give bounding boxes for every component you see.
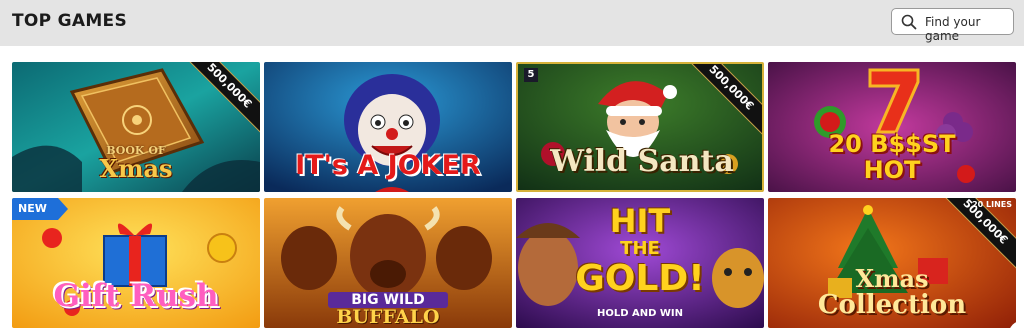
game-tile-big-wild-buffalo[interactable]: BIG WILD BUFFALO (264, 198, 512, 328)
top-games-header: TOP GAMES Find your game (0, 0, 1024, 46)
game-title-line1: 20 B$$ST (828, 130, 956, 158)
search-icon (901, 14, 917, 30)
game-title-line2: Collection (817, 290, 967, 320)
game-subtitle: HOLD AND WIN (596, 308, 684, 319)
game-title-line1: HIT (609, 202, 671, 240)
lines-label: 20 LINES (972, 200, 1012, 209)
new-badge: NEW (12, 198, 68, 220)
game-title-line2: HOT (863, 156, 921, 184)
game-title-line3: GOLD! (575, 258, 705, 299)
game-tile-its-a-joker[interactable]: IT's A JOKER (264, 62, 512, 192)
games-grid: 500,000€ BOOK OF Xmas IT's A JOKER 5 500… (0, 46, 1024, 336)
game-tile-hit-the-gold[interactable]: HIT THE GOLD! HOLD AND WIN (516, 198, 764, 328)
game-title-line2: BUFFALO (336, 306, 440, 328)
game-tile-wild-santa[interactable]: 5 500,000€ Wild Santa (516, 62, 764, 192)
game-title-line1: Xmas (855, 264, 929, 293)
game-title: IT's A JOKER (295, 150, 481, 181)
game-title: Gift Rush (53, 278, 219, 314)
game-tile-book-of-xmas[interactable]: 500,000€ BOOK OF Xmas (12, 62, 260, 192)
provider-badge: 5 (524, 68, 538, 82)
game-title-line2: Xmas (99, 154, 173, 183)
game-tile-gift-rush[interactable]: NEW Gift Rush (12, 198, 260, 328)
game-title: Wild Santa (550, 144, 734, 179)
game-tile-20-boost-hot[interactable]: 20 B$$ST HOT (768, 62, 1016, 192)
game-title-line2: THE (620, 238, 660, 259)
game-tile-xmas-collection[interactable]: 500,000€ 20 LINES Xmas Collection (768, 198, 1016, 328)
find-game-label: Find your game (925, 15, 981, 43)
find-game-button[interactable]: Find your game (891, 8, 1014, 43)
section-title: TOP GAMES (12, 11, 128, 31)
